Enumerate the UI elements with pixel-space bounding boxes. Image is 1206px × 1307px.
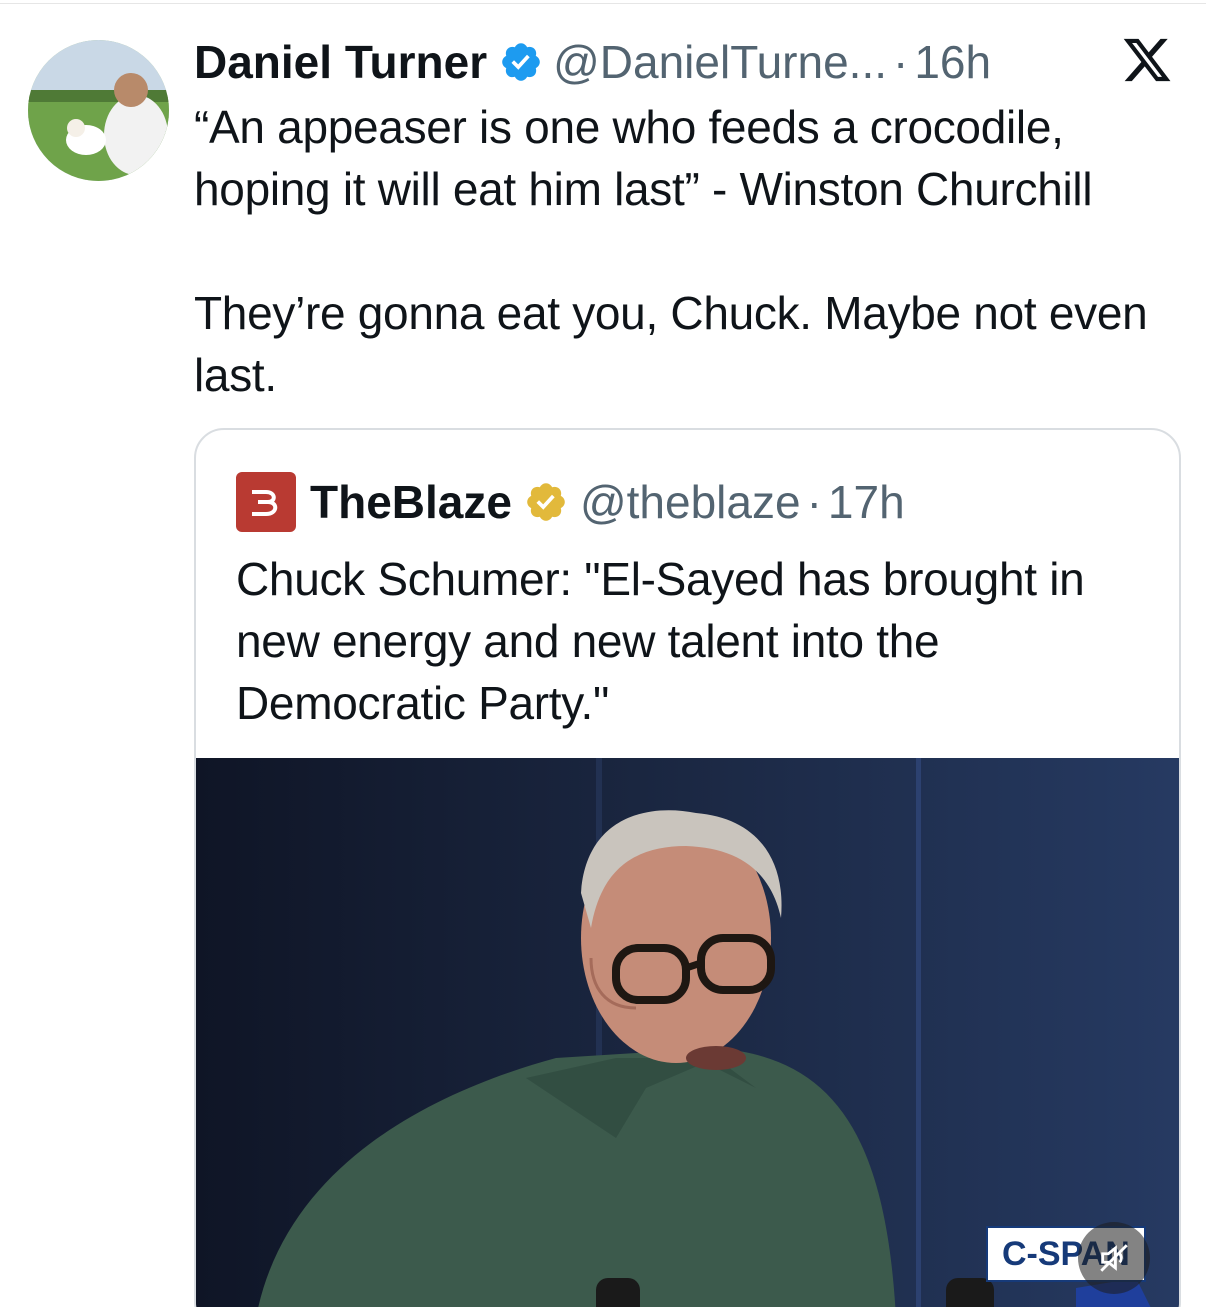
quoted-tweet-timestamp[interactable]: 17h xyxy=(828,474,905,530)
x-logo-icon[interactable] xyxy=(1120,34,1174,86)
tweet-screenshot: Daniel Turner @DanielTurne... · 16h “An … xyxy=(0,0,1206,1307)
quoted-author-name[interactable]: TheBlaze xyxy=(310,474,512,530)
separator-dot: · xyxy=(893,36,909,88)
tweet-body-text: “An appeaser is one who feeds a crocodil… xyxy=(194,101,1148,401)
separator-dot: · xyxy=(806,476,822,528)
theblaze-logo-icon[interactable] xyxy=(236,472,296,532)
quoted-tweet-header: TheBlaze @theblaze · 17h xyxy=(236,472,905,532)
gold-verified-icon xyxy=(527,483,565,521)
tweet-timestamp[interactable]: 16h xyxy=(914,34,991,90)
quoted-tweet-card[interactable]: TheBlaze @theblaze · 17h Chuck Schumer: … xyxy=(194,428,1181,1307)
author-avatar[interactable] xyxy=(28,40,169,181)
author-handle[interactable]: @DanielTurne... xyxy=(553,34,887,90)
quoted-tweet-video[interactable]: C-SPAN xyxy=(196,758,1179,1307)
quoted-tweet-text: Chuck Schumer: "El-Sayed has brought in … xyxy=(236,553,1085,729)
muted-speaker-icon xyxy=(1100,1244,1128,1272)
divider xyxy=(0,3,1206,4)
mute-toggle-button[interactable] xyxy=(1078,1222,1150,1294)
quoted-author-handle[interactable]: @theblaze xyxy=(580,474,801,530)
verified-icon xyxy=(502,43,540,81)
tweet-header: Daniel Turner @DanielTurne... · 16h xyxy=(194,34,991,90)
author-name[interactable]: Daniel Turner xyxy=(194,34,487,90)
